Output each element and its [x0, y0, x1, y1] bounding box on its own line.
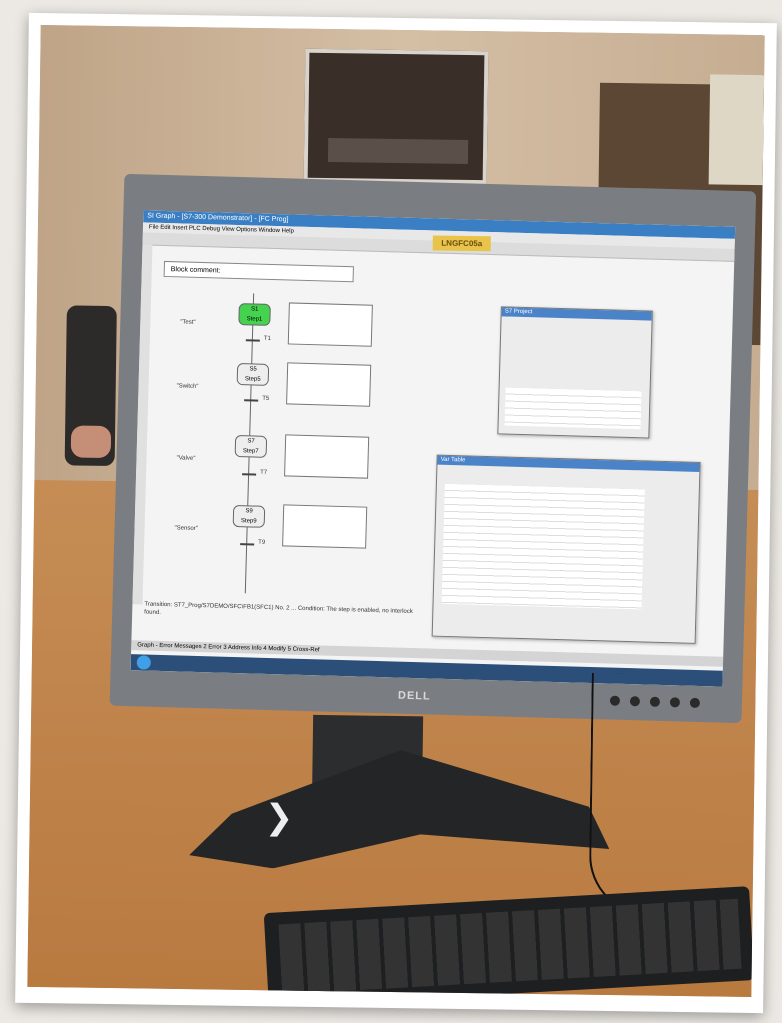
step-box-2[interactable]: S5 Step5 [236, 363, 270, 386]
wall-poster [303, 48, 489, 185]
cable [588, 672, 724, 917]
transition-label: "Test" [180, 319, 196, 326]
start-orb-icon[interactable] [136, 655, 152, 670]
action-table-1 [287, 302, 373, 347]
transition-3[interactable] [242, 473, 257, 476]
small-window-title: S7 Project [501, 307, 652, 321]
var-table-window[interactable]: Var Table [431, 454, 701, 644]
transition-id: T5 [262, 395, 270, 402]
photo-scene: SI Graph - [S7-300 Demonstrator] - [FC P… [27, 24, 765, 998]
block-comment-field[interactable]: Block comment: [163, 260, 354, 283]
action-table-3 [284, 434, 370, 479]
person-hand [70, 425, 112, 459]
small-window-grid [504, 387, 642, 430]
monitor-bezel: SI Graph - [S7-300 Demonstrator] - [FC P… [109, 173, 757, 724]
step-name: Step1 [246, 316, 263, 323]
transition-4[interactable] [240, 543, 255, 546]
action-table-4 [282, 504, 368, 549]
step-name: Step5 [244, 376, 261, 383]
transition-2[interactable] [244, 399, 259, 402]
step-name: Step7 [242, 448, 259, 455]
step-box-4[interactable]: S9 Step9 [232, 504, 266, 528]
window-with-plants [708, 74, 765, 186]
transition-id: T9 [258, 539, 266, 546]
poster-strip [327, 138, 469, 164]
action-table-2 [286, 362, 372, 407]
small-project-window[interactable]: S7 Project [497, 306, 653, 439]
transition-id: T1 [263, 335, 271, 342]
step-name: Step9 [240, 518, 257, 525]
monitor-brand: DELL [397, 689, 431, 703]
transition-label: "Valve" [176, 455, 196, 462]
transition-id: T7 [260, 469, 268, 476]
step-box-3[interactable]: S7 Step7 [234, 434, 268, 458]
transition-label: "Sensor" [174, 525, 198, 532]
step-box-1[interactable]: S1 Step1 [238, 303, 271, 326]
keyboard-keys [278, 898, 742, 995]
transition-1[interactable] [245, 339, 260, 342]
var-table-grid [441, 483, 645, 610]
transition-label: "Switch" [176, 383, 199, 390]
photo-frame: SI Graph - [S7-300 Demonstrator] - [FC P… [15, 12, 777, 1014]
transition-message: Transition: ST7_Prog/S7DEMO/SFC\FB1(SFC1… [144, 601, 413, 616]
left-toolbar[interactable] [132, 244, 153, 605]
monitor-screen: SI Graph - [S7-300 Demonstrator] - [FC P… [130, 210, 736, 687]
wolf-logo-icon: ❯ [264, 798, 294, 837]
asset-sticker: LNGFC05a [432, 235, 491, 252]
var-window-title: Var Table [437, 455, 700, 472]
